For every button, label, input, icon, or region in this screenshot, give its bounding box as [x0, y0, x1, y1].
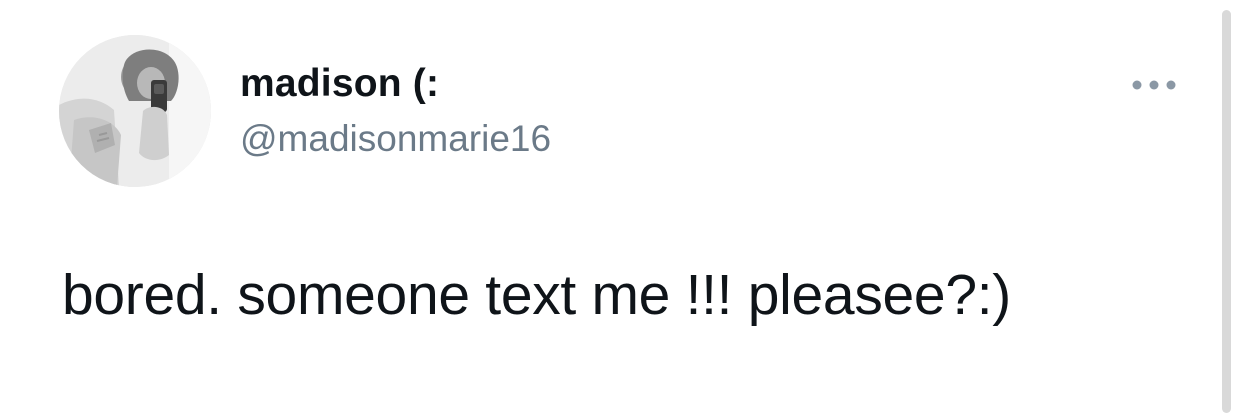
user-handle[interactable]: @madisonmarie16	[240, 118, 551, 160]
tweet-card: madison (: @madisonmarie16 bored. someon…	[0, 0, 1241, 413]
scrollbar[interactable]	[1222, 10, 1231, 413]
more-dots-icon	[1132, 80, 1176, 90]
profile-photo	[59, 35, 211, 187]
tweet-text: bored. someone text me !!! pleasee?:)	[62, 263, 1011, 327]
more-options-button[interactable]	[1126, 70, 1182, 100]
display-name[interactable]: madison (:	[240, 62, 439, 106]
avatar[interactable]	[59, 35, 211, 187]
